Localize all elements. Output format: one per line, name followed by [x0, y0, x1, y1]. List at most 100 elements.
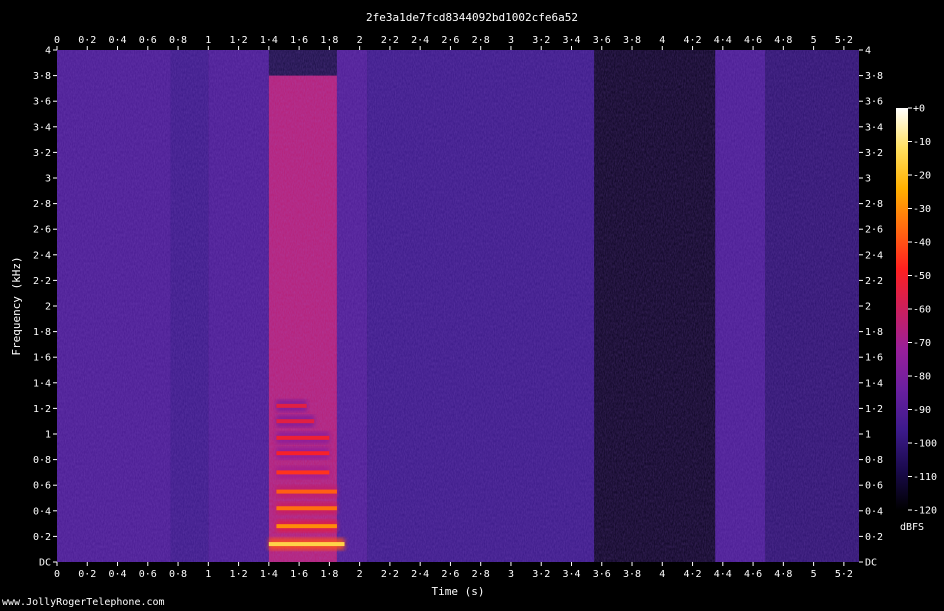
- y-tick-label-left: 4: [45, 46, 51, 57]
- harmonic-3: [276, 489, 337, 494]
- x-tick-label-bottom: 3·6: [593, 569, 611, 580]
- colorbar-tick-label: -20: [913, 171, 931, 182]
- x-tick-label-top: 4·6: [744, 35, 762, 46]
- y-tick-label-right: 2·2: [865, 276, 883, 287]
- y-tick-label-left: 1·4: [33, 378, 51, 389]
- x-tick-label-bottom: 4: [659, 569, 665, 580]
- colorbar-tick-label: -70: [913, 338, 931, 349]
- y-tick-label-right: 3·8: [865, 71, 883, 82]
- y-tick-label-right: 1·8: [865, 327, 883, 338]
- x-tick-label-top: 3: [508, 35, 514, 46]
- x-tick-label-bottom: 0·6: [139, 569, 157, 580]
- x-tick-label-top: 2·6: [441, 35, 459, 46]
- x-tick-label-top: 3·2: [532, 35, 550, 46]
- x-tick-label-bottom: 1·2: [230, 569, 248, 580]
- y-tick-label-left: 0·2: [33, 532, 51, 543]
- x-tick-label-top: 4·8: [774, 35, 792, 46]
- colorbar-tick-label: -40: [913, 238, 931, 249]
- colorbar-tick-label: -90: [913, 405, 931, 416]
- x-tick-label-top: 5: [811, 35, 817, 46]
- x-tick-label-bottom: 4·6: [744, 569, 762, 580]
- x-tick-label-top: 4·4: [714, 35, 732, 46]
- y-tick-label-right: 2: [865, 302, 871, 313]
- x-tick-label-bottom: 1·6: [290, 569, 308, 580]
- colorbar: [896, 108, 908, 510]
- x-tick-label-top: 5·2: [835, 35, 853, 46]
- x-tick-label-top: 1·4: [260, 35, 278, 46]
- y-tick-label-left: 3: [45, 174, 51, 185]
- y-tick-label-left: 2·8: [33, 199, 51, 210]
- colorbar-tick-label: +0: [913, 104, 925, 115]
- y-tick-label-right: 1·2: [865, 404, 883, 415]
- y-tick-label-left: 1·6: [33, 353, 51, 364]
- y-tick-label-left: 0·8: [33, 455, 51, 466]
- x-tick-label-bottom: 5·2: [835, 569, 853, 580]
- y-tick-label-left: 3·4: [33, 122, 51, 133]
- y-tick-label-left: 1·2: [33, 404, 51, 415]
- y-tick-label-left: 2·4: [33, 250, 51, 261]
- colorbar-tick-label: -80: [913, 372, 931, 383]
- chart-title: 2fe3a1de7fcd8344092bd1002cfe6a52: [366, 11, 578, 24]
- y-tick-label-left: 3·8: [33, 71, 51, 82]
- harmonic-5: [276, 451, 330, 456]
- y-tick-label-right: 1: [865, 430, 871, 441]
- x-tick-label-top: 4·2: [684, 35, 702, 46]
- x-tick-label-top: 2: [357, 35, 363, 46]
- x-tick-label-top: 0·6: [139, 35, 157, 46]
- x-tick-label-top: 1·6: [290, 35, 308, 46]
- x-tick-label-bottom: 4·4: [714, 569, 732, 580]
- y-tick-label-right: 3·4: [865, 122, 883, 133]
- x-tick-label-bottom: 2: [357, 569, 363, 580]
- y-tick-label-right: 0·4: [865, 506, 883, 517]
- x-tick-label-bottom: 5: [811, 569, 817, 580]
- x-tick-label-bottom: 4·8: [774, 569, 792, 580]
- x-axis-bottom: 0 0·2 0·4 0·6 0·8 1 1·2 1·4 1·6 1·8 2 2·2 2·4 2·6 2·8 3…: [54, 562, 853, 580]
- y-tick-label-left: 3·6: [33, 97, 51, 108]
- y-tick-label-right: DC: [865, 558, 877, 569]
- y-tick-label-right: 4: [865, 46, 871, 57]
- colorbar-tick-label: -30: [913, 204, 931, 215]
- y-tick-label-left: 2·6: [33, 225, 51, 236]
- x-tick-label-bottom: 1·4: [260, 569, 278, 580]
- colorbar-tick-label: -100: [913, 439, 937, 450]
- y-tick-label-left: 0·4: [33, 506, 51, 517]
- colorbar-label: dBFS: [900, 522, 924, 533]
- x-tick-label-bottom: 2·2: [381, 569, 399, 580]
- y-tick-label-right: 0·6: [865, 481, 883, 492]
- y-axis-right: DC 0·2 0·4 0·6 0·8 1 1·2 1·4 1·6 1·8 2 2·2 2·4 2·6 2·8…: [859, 46, 883, 569]
- y-axis-label: Frequency (kHz): [10, 256, 23, 355]
- y-tick-label-left: 1·8: [33, 327, 51, 338]
- x-tick-label-top: 0·2: [78, 35, 96, 46]
- y-tick-label-left: DC: [39, 558, 51, 569]
- x-axis-top: 0 0·2 0·4 0·6 0·8 1 1·2 1·4 1·6 1·8 2 2·2 2·4 2·6 2·8 3…: [54, 35, 853, 50]
- harmonic-1: [276, 524, 337, 529]
- y-axis-left: DC 0·2 0·4 0·6 0·8 1 1·2 1·4 1·6 1·8 2 2·2 2·4 2·6 2·8…: [33, 46, 57, 569]
- x-tick-label-top: 2·4: [411, 35, 429, 46]
- y-tick-label-left: 2·2: [33, 276, 51, 287]
- colorbar-tick-label: -110: [913, 472, 937, 483]
- x-tick-label-top: 2·8: [472, 35, 490, 46]
- x-tick-label-bottom: 2·6: [441, 569, 459, 580]
- y-tick-label-right: 3: [865, 174, 871, 185]
- x-tick-label-bottom: 3: [508, 569, 514, 580]
- harmonic-8: [276, 403, 307, 408]
- x-tick-label-top: 0·4: [108, 35, 126, 46]
- y-tick-label-right: 0·2: [865, 532, 883, 543]
- x-axis-label: Time (s): [432, 585, 485, 598]
- x-tick-label-top: 1·8: [320, 35, 338, 46]
- x-tick-label-bottom: 4·2: [684, 569, 702, 580]
- x-tick-label-bottom: 1: [205, 569, 211, 580]
- x-tick-label-bottom: 0: [54, 569, 60, 580]
- harmonic-2: [276, 506, 337, 511]
- y-tick-label-right: 0·8: [865, 455, 883, 466]
- y-tick-label-right: 2·6: [865, 225, 883, 236]
- harmonic-4: [276, 470, 330, 475]
- y-tick-label-right: 3·2: [865, 148, 883, 159]
- x-tick-label-top: 0·8: [169, 35, 187, 46]
- colorbar-ticks: +0 -10 -20 -30 -40 -50 -60 -70 -80 -90 -100 -110 -12…: [908, 104, 937, 517]
- y-tick-label-right: 2·4: [865, 250, 883, 261]
- harmonic-6: [276, 435, 330, 440]
- colorbar-tick-label: -50: [913, 271, 931, 282]
- x-tick-label-bottom: 2·8: [472, 569, 490, 580]
- x-tick-label-bottom: 0·4: [108, 569, 126, 580]
